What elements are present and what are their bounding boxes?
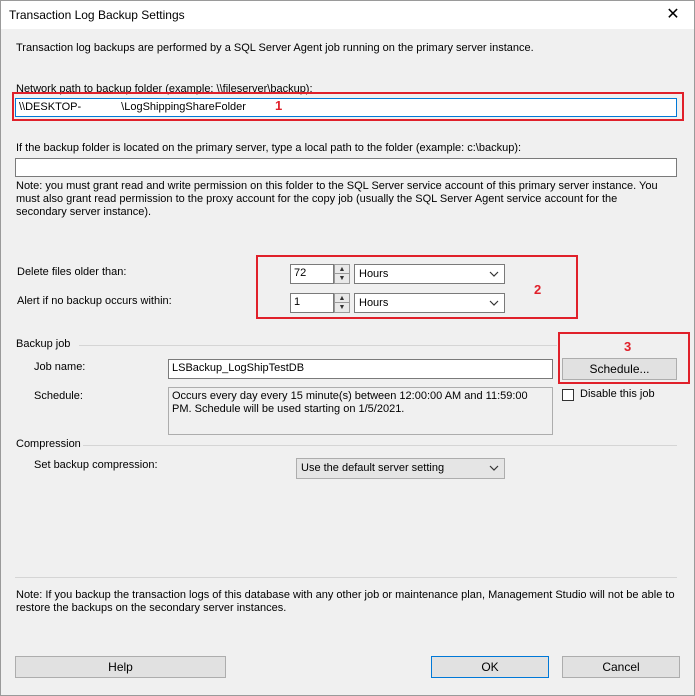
backup-job-divider xyxy=(79,345,557,346)
compression-select[interactable]: Use the default server setting xyxy=(296,458,505,479)
compression-divider xyxy=(83,445,677,446)
compression-value: Use the default server setting xyxy=(301,462,445,474)
chevron-down-icon xyxy=(489,465,499,471)
delete-files-label: Delete files older than: xyxy=(17,266,127,278)
title-bar: Transaction Log Backup Settings ✕ xyxy=(1,1,694,29)
alert-label: Alert if no backup occurs within: xyxy=(17,295,172,307)
intro-text: Transaction log backups are performed by… xyxy=(16,42,534,54)
disable-job-checkbox[interactable] xyxy=(562,389,574,401)
annotation-number-3: 3 xyxy=(624,339,632,354)
annotation-box-1 xyxy=(12,92,684,121)
transaction-log-backup-dialog: Transaction Log Backup Settings ✕ Transa… xyxy=(0,0,695,696)
footer-note: Note: If you backup the transaction logs… xyxy=(16,589,675,614)
compression-label: Set backup compression: xyxy=(34,459,158,471)
backup-job-group-label: Backup job xyxy=(16,338,71,350)
job-name-input[interactable]: LSBackup_LogShipTestDB xyxy=(168,359,553,379)
schedule-label: Schedule: xyxy=(34,390,83,402)
annotation-number-2: 2 xyxy=(534,282,542,297)
permission-note: Note: you must grant read and write perm… xyxy=(16,180,658,218)
schedule-description: Occurs every day every 15 minute(s) betw… xyxy=(168,387,553,435)
help-button[interactable]: Help xyxy=(15,656,226,678)
annotation-box-2 xyxy=(256,255,578,319)
cancel-button[interactable]: Cancel xyxy=(562,656,680,678)
ok-button[interactable]: OK xyxy=(431,656,549,678)
local-path-input[interactable] xyxy=(15,158,677,177)
close-icon[interactable]: ✕ xyxy=(662,4,684,26)
footer-divider xyxy=(15,577,677,578)
job-name-label: Job name: xyxy=(34,361,86,373)
dialog-title: Transaction Log Backup Settings xyxy=(9,8,185,22)
disable-job-label[interactable]: Disable this job xyxy=(580,388,655,400)
annotation-number-1: 1 xyxy=(275,98,283,113)
compression-group-label: Compression xyxy=(16,438,81,450)
local-path-label: If the backup folder is located on the p… xyxy=(16,142,522,154)
